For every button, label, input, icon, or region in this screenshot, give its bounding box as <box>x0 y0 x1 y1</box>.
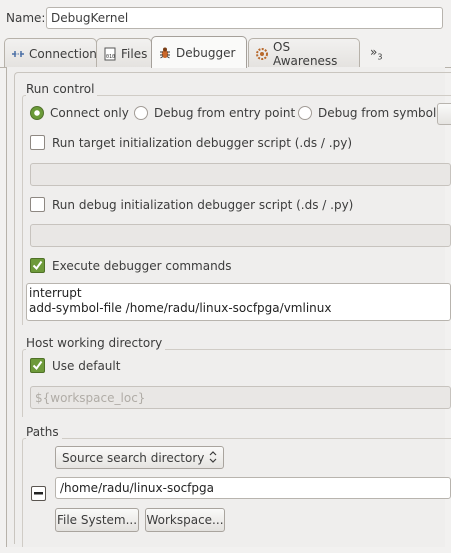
os-awareness-icon <box>255 47 269 61</box>
target-init-script-field[interactable] <box>30 163 451 186</box>
radio-button[interactable] <box>298 106 312 120</box>
command-line: interrupt <box>29 286 82 300</box>
tab-debugger[interactable]: Debugger <box>151 36 247 68</box>
source-path-field[interactable]: /home/radu/linux-socfpga <box>55 477 451 499</box>
symbol-combo-clipped[interactable] <box>437 103 451 125</box>
command-line: add-symbol-file /home/radu/linux-socfpga… <box>29 301 332 315</box>
svg-text:010: 010 <box>106 54 115 60</box>
checkbox-label: Run target initialization debugger scrip… <box>52 135 353 150</box>
checkbox-label: Use default <box>52 358 121 373</box>
workspace-button[interactable]: Workspace... <box>145 508 225 532</box>
checkbox[interactable] <box>30 258 45 273</box>
tab-label: OS Awareness <box>273 39 338 68</box>
tab-connection[interactable]: Connection <box>4 38 97 68</box>
checkbox-label: Execute debugger commands <box>52 258 232 273</box>
radio-button[interactable] <box>30 106 44 120</box>
working-directory-value: ${workspace_loc} <box>35 391 146 405</box>
host-working-directory-title: Host working directory <box>26 336 166 350</box>
remove-path-button[interactable] <box>31 486 46 501</box>
working-directory-field[interactable]: ${workspace_loc} <box>30 386 451 409</box>
checkbox-label: Run debug initialization debugger script… <box>52 197 354 212</box>
checkmark-icon <box>32 360 43 371</box>
tab-label: Debugger <box>176 45 236 60</box>
radio-label: Debug from entry point <box>154 106 296 120</box>
name-input[interactable] <box>46 7 443 29</box>
target-init-checkbox-row[interactable]: Run target initialization debugger scrip… <box>30 135 352 150</box>
source-path-value: /home/radu/linux-socfpga <box>60 481 214 495</box>
connection-icon <box>11 47 25 61</box>
use-default-checkbox-row[interactable]: Use default <box>30 358 120 373</box>
file-system-button[interactable]: File System... <box>55 508 139 532</box>
more-tabs-count: 3 <box>377 52 383 62</box>
radio-connect-only[interactable]: Connect only <box>30 106 129 120</box>
source-type-combo[interactable]: Source search directory <box>55 446 224 469</box>
debug-init-script-field[interactable] <box>30 224 451 247</box>
checkbox[interactable] <box>30 135 45 150</box>
radio-debug-entry-point[interactable]: Debug from entry point <box>134 106 295 120</box>
paths-title: Paths <box>26 425 62 439</box>
radio-label: Debug from symbol <box>318 106 437 120</box>
debugger-commands-textarea[interactable]: interrupt add-symbol-file /home/radu/lin… <box>26 283 451 321</box>
minus-icon <box>34 492 43 495</box>
debug-init-checkbox-row[interactable]: Run debug initialization debugger script… <box>30 197 353 212</box>
name-label: Name: <box>6 11 46 25</box>
updown-chevron-icon <box>209 450 217 467</box>
run-control-title: Run control <box>26 82 98 96</box>
files-icon: 010 <box>103 47 117 61</box>
checkbox[interactable] <box>30 358 45 373</box>
tab-label: Files <box>121 46 148 61</box>
combo-value: Source search directory <box>62 450 205 465</box>
radio-button[interactable] <box>134 106 148 120</box>
tab-strip: Connection 010 Files Debugger OS Awarene… <box>0 36 451 68</box>
execute-commands-checkbox-row[interactable]: Execute debugger commands <box>30 258 232 273</box>
debugger-icon <box>158 46 172 60</box>
tab-files[interactable]: 010 Files <box>96 38 152 68</box>
more-tabs-button[interactable]: »3 <box>370 45 382 61</box>
checkmark-icon <box>32 260 43 271</box>
radio-debug-from-symbol[interactable]: Debug from symbol <box>298 106 436 120</box>
checkbox[interactable] <box>30 197 45 212</box>
radio-label: Connect only <box>50 106 129 120</box>
tab-label: Connection <box>29 46 97 61</box>
tab-os-awareness[interactable]: OS Awareness <box>248 38 360 68</box>
